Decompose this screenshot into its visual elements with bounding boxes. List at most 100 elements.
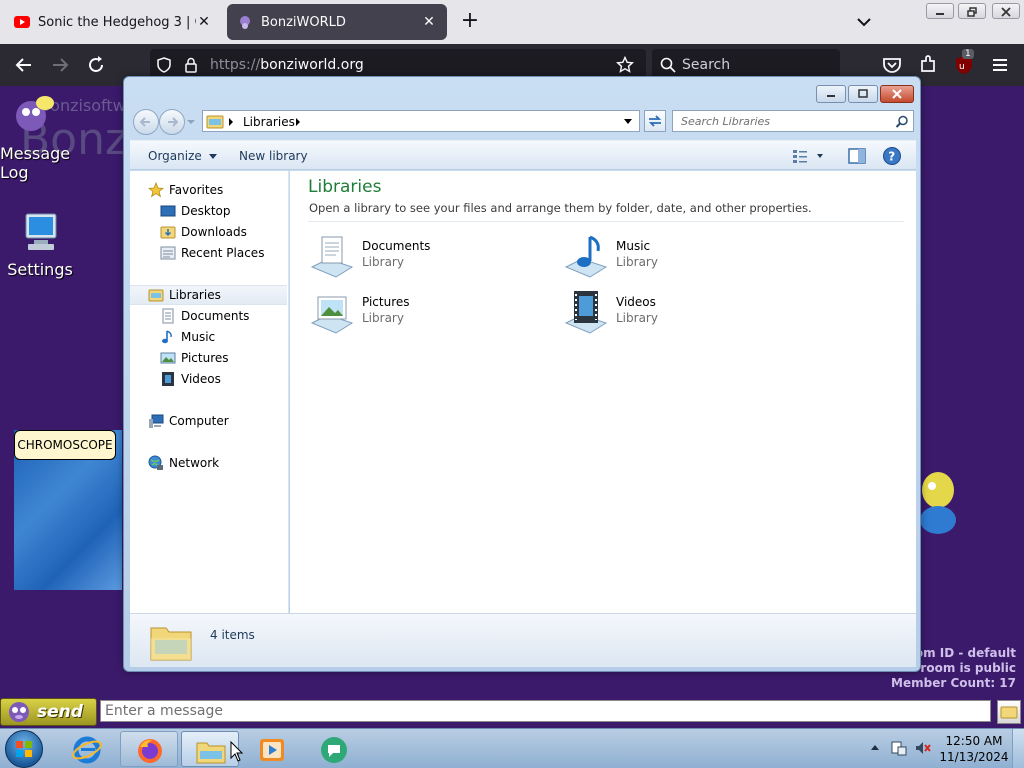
nav-label: Pictures: [181, 351, 229, 365]
help-icon[interactable]: ?: [882, 146, 902, 166]
browser-tab-bar: Sonic the Hedgehog 3 | Official Trailer …: [0, 0, 1024, 44]
explorer-search-box[interactable]: Search Libraries: [672, 110, 914, 132]
show-desktop-button[interactable]: [1012, 729, 1024, 768]
chat-message-input[interactable]: [100, 700, 991, 722]
back-icon[interactable]: [12, 53, 36, 77]
nav-desktop[interactable]: Desktop: [160, 201, 231, 221]
reload-icon[interactable]: [84, 53, 108, 77]
chromoscope-label: CHROMOSCOPE: [14, 430, 116, 460]
desktop-icon-label: Message: [0, 144, 71, 163]
search-libraries-placeholder: Search Libraries: [681, 115, 771, 128]
action-center-icon[interactable]: [890, 739, 908, 757]
chat-extra-button[interactable]: [997, 700, 1021, 724]
ublock-extension-button[interactable]: u 1: [952, 49, 976, 77]
taskbar-clock[interactable]: 12:50 AM 11/13/2024: [938, 733, 1010, 765]
show-hidden-icons-icon[interactable]: [870, 743, 880, 751]
nav-label: Music: [181, 330, 216, 344]
clock-date: 11/13/2024: [939, 750, 1009, 764]
explorer-window: Libraries Search Libraries Organize New …: [123, 76, 921, 672]
change-view-icon[interactable]: [792, 148, 824, 164]
nav-label: Recent Places: [181, 246, 265, 260]
taskbar-media-player[interactable]: [243, 731, 301, 767]
desktop-icon: [160, 205, 176, 217]
hamburger-menu-icon[interactable]: [988, 53, 1012, 77]
message-log-desktop-icon[interactable]: Message Log: [0, 94, 71, 182]
nav-downloads[interactable]: Downloads: [160, 222, 247, 242]
breadcrumb-arrow-icon[interactable]: [295, 118, 301, 126]
tab-sonic-trailer[interactable]: Sonic the Hedgehog 3 | Official Trailer …: [4, 4, 222, 40]
internet-explorer-icon: [72, 736, 102, 764]
library-type: Library: [616, 255, 658, 269]
nav-favorites[interactable]: Favorites: [148, 180, 223, 200]
taskbar-chat-app[interactable]: [305, 731, 363, 767]
explorer-command-bar: Organize New library ?: [130, 140, 916, 170]
library-name: Music: [616, 239, 651, 253]
nav-music[interactable]: Music: [160, 327, 215, 347]
pocket-icon[interactable]: [880, 53, 904, 77]
clock-time: 12:50 AM: [945, 734, 1003, 748]
nav-computer[interactable]: Computer: [148, 411, 229, 431]
nav-documents[interactable]: Documents: [160, 306, 249, 326]
send-button[interactable]: send: [0, 698, 97, 726]
url-host: bonziworld.org: [260, 57, 364, 73]
tab-bonziworld[interactable]: BonziWORLD ✕: [227, 4, 447, 40]
taskbar-internet-explorer[interactable]: [58, 731, 116, 767]
breadcrumb-arrow-icon[interactable]: [228, 118, 234, 126]
library-item-documents[interactable]: Documents Library: [308, 233, 508, 281]
library-item-videos[interactable]: Videos Library: [562, 289, 762, 337]
taskbar-firefox[interactable]: [120, 731, 178, 767]
explorer-back-button[interactable]: [133, 109, 159, 135]
preview-pane-icon[interactable]: [848, 148, 866, 164]
explorer-maximize-button[interactable]: [848, 85, 878, 103]
settings-desktop-icon[interactable]: Settings: [6, 210, 74, 279]
new-tab-button[interactable]: +: [458, 10, 482, 34]
restore-window-button[interactable]: [958, 3, 986, 19]
libraries-folder-icon: [206, 115, 224, 129]
library-item-music[interactable]: Music Library: [562, 233, 762, 281]
nav-pictures[interactable]: Pictures: [160, 348, 229, 368]
music-note-icon: [162, 330, 172, 344]
lock-icon[interactable]: [184, 57, 198, 73]
favorites-star-icon: [148, 182, 164, 198]
videos-library-icon: [564, 291, 608, 334]
breadcrumb-libraries[interactable]: Libraries: [243, 115, 295, 129]
nav-libraries[interactable]: Libraries: [130, 285, 287, 305]
organize-button[interactable]: Organize: [148, 149, 217, 163]
minimize-window-button[interactable]: [926, 3, 954, 19]
nav-label: Videos: [181, 372, 221, 386]
desktop-icon-label: Settings: [7, 260, 73, 279]
recent-pages-dropdown-icon[interactable]: [186, 118, 196, 126]
extensions-icon[interactable]: [916, 53, 940, 77]
volume-muted-icon[interactable]: [914, 739, 932, 757]
library-item-pictures[interactable]: Pictures Library: [308, 289, 508, 337]
nav-videos[interactable]: Videos: [160, 369, 221, 389]
nav-network[interactable]: Network: [148, 453, 219, 473]
tab-title: BonziWORLD: [261, 14, 346, 30]
recent-places-icon: [160, 246, 176, 260]
search-icon[interactable]: [895, 115, 909, 129]
close-tab-icon[interactable]: ✕: [196, 14, 212, 30]
url-scheme: https://: [210, 57, 261, 73]
new-library-button[interactable]: New library: [239, 149, 308, 163]
nav-recent-places[interactable]: Recent Places: [160, 243, 264, 263]
explorer-forward-button[interactable]: [159, 109, 185, 135]
shield-icon[interactable]: [156, 57, 172, 73]
address-dropdown-icon[interactable]: [623, 118, 633, 126]
music-library-icon: [564, 235, 608, 278]
bookmark-star-icon[interactable]: [616, 56, 634, 74]
close-tab-icon[interactable]: ✕: [421, 14, 437, 30]
start-button[interactable]: [5, 730, 43, 768]
close-window-button[interactable]: [992, 3, 1020, 19]
explorer-refresh-button[interactable]: [644, 110, 666, 132]
list-all-tabs-icon[interactable]: [852, 12, 876, 32]
nav-label: Downloads: [181, 225, 247, 239]
explorer-address-bar[interactable]: Libraries: [202, 110, 640, 132]
explorer-close-button[interactable]: [880, 85, 914, 103]
explorer-minimize-button[interactable]: [816, 85, 846, 103]
nav-label: Favorites: [169, 183, 224, 197]
youtube-icon: [14, 16, 30, 28]
media-player-icon: [260, 739, 284, 761]
forward-icon[interactable]: [48, 53, 72, 77]
bonzi-character-icon[interactable]: [918, 464, 958, 544]
computer-settings-icon: [25, 213, 57, 250]
